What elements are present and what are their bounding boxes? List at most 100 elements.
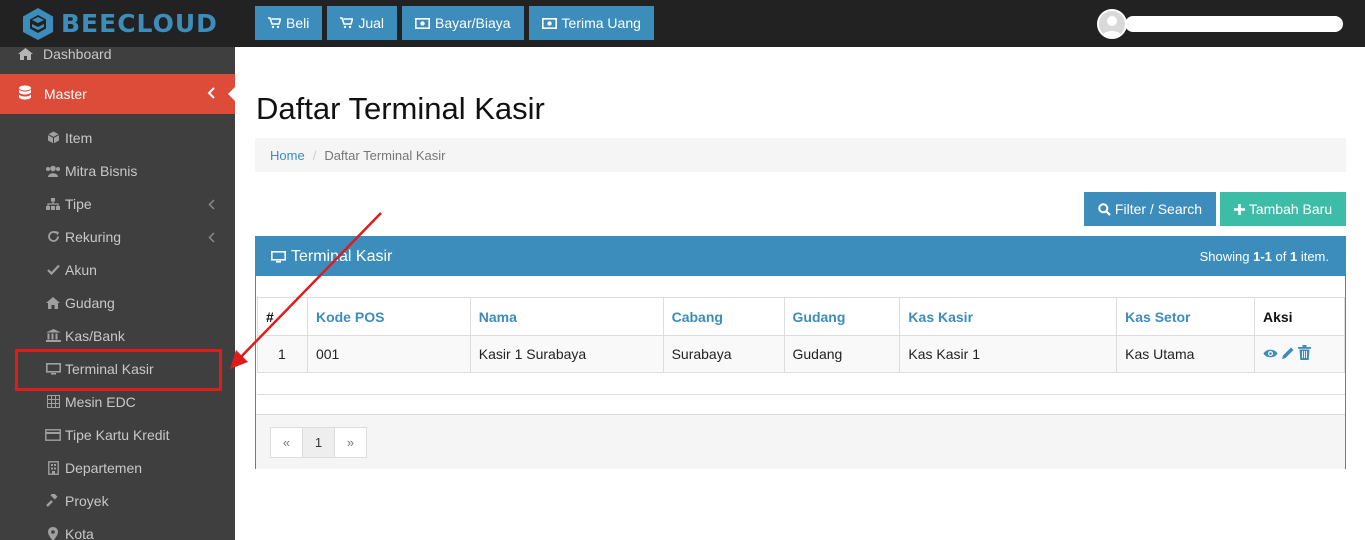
terminal-table: # Kode POS Nama Cabang Gudang Kas Kasir … [257,297,1345,373]
chevron-left-icon [208,197,215,213]
column-header-number: # [257,297,308,336]
home-icon [18,47,33,63]
column-header-kode-pos[interactable]: Kode POS [306,297,471,336]
sidebar-item-gudang[interactable]: Gudang [0,286,235,319]
annotation-highlight-box [15,349,222,391]
sidebar-item-rekuring[interactable]: Rekuring [0,220,235,253]
money-icon [541,17,557,29]
master-submenu: Item Mitra Bisnis Tipe Rekuring Akun Gud… [0,121,235,540]
cell-kode-pos: 001 [306,335,471,373]
summary-suffix: item. [1297,249,1329,264]
beli-label: Beli [286,15,310,31]
sidebar-item-label: Proyek [65,492,109,509]
terminal-kasir-panel: Terminal Kasir Showing 1-1 of 1 item. # … [255,236,1346,469]
result-summary: Showing 1-1 of 1 item. [1200,249,1329,264]
pagination-page-1[interactable]: 1 [302,427,335,458]
cell-actions [1254,335,1345,373]
panel-footer: « 1 » [256,414,1345,469]
summary-prefix: Showing [1199,249,1254,264]
jual-label: Jual [358,15,385,31]
sidebar-item-label: Tipe [65,195,92,212]
brand-name: BEECLOUD [61,9,218,38]
column-header-nama[interactable]: Nama [469,297,664,336]
view-eye-icon[interactable] [1263,346,1278,362]
page-title: Daftar Terminal Kasir [256,91,545,126]
desktop-icon [271,250,286,263]
chevron-left-icon [208,230,215,246]
sidebar-item-label: Kas/Bank [65,327,125,344]
add-new-button[interactable]: Tambah Baru [1220,192,1346,226]
sidebar-item-label: Mesin EDC [65,393,136,410]
filter-search-button[interactable]: Filter / Search [1084,192,1216,226]
terima-uang-label: Terima Uang [561,15,641,31]
jual-button[interactable]: Jual [327,6,398,40]
sidebar-item-label: Item [65,129,93,146]
active-indicator [228,86,236,102]
plus-icon [1233,203,1245,215]
user-name-redacted[interactable] [1125,16,1343,32]
pagination-next[interactable]: » [334,427,367,458]
panel-title: Terminal Kasir [291,247,393,265]
top-navbar: BEECLOUD Beli Jual Bayar/Biaya Terima Ua… [0,0,1365,47]
sidebar-item-kas-bank[interactable]: Kas/Bank [0,319,235,352]
bayar-biaya-button[interactable]: Bayar/Biaya [402,6,524,40]
sidebar-item-dashboard[interactable]: Dashboard [0,46,235,65]
cart-icon [340,17,354,29]
beli-button[interactable]: Beli [255,6,323,40]
users-icon [45,165,61,177]
sidebar-item-proyek[interactable]: Proyek [0,484,235,517]
cell-cabang: Surabaya [662,335,785,373]
sidebar-item-label: Master [44,86,87,102]
calculator-icon [45,395,61,408]
table-header-row: # Kode POS Nama Cabang Gudang Kas Kasir … [257,297,1345,336]
brand-logo[interactable]: BEECLOUD [0,0,235,47]
sidebar-item-kota[interactable]: Kota [0,517,235,540]
sidebar-item-label: Dashboard [43,46,112,62]
sidebar-item-item[interactable]: Item [0,121,235,154]
sidebar-item-tipe[interactable]: Tipe [0,187,235,220]
sidebar-item-akun[interactable]: Akun [0,253,235,286]
add-new-label: Tambah Baru [1248,201,1333,217]
filter-search-label: Filter / Search [1114,201,1203,217]
sidebar-item-departemen[interactable]: Departemen [0,451,235,484]
sitemap-icon [45,197,61,210]
panel-header: Terminal Kasir Showing 1-1 of 1 item. [256,237,1345,276]
terima-uang-button[interactable]: Terima Uang [528,6,654,40]
sidebar-item-label: Tipe Kartu Kredit [65,426,170,443]
sidebar-item-master[interactable]: Master [0,74,236,114]
sidebar-item-mitra-bisnis[interactable]: Mitra Bisnis [0,154,235,187]
column-header-kas-kasir[interactable]: Kas Kasir [899,297,1118,336]
sidebar-item-label: Departemen [65,459,143,476]
column-header-cabang[interactable]: Cabang [662,297,785,336]
sidebar-item-tipe-kartu-kredit[interactable]: Tipe Kartu Kredit [0,418,235,451]
search-icon [1098,202,1111,216]
avatar[interactable] [1097,9,1127,39]
map-marker-icon [45,526,61,540]
cell-nama: Kasir 1 Surabaya [469,335,664,373]
column-header-kas-setor[interactable]: Kas Setor [1116,297,1255,336]
cell-kas-setor: Kas Utama [1116,335,1255,373]
column-header-gudang[interactable]: Gudang [783,297,901,336]
cart-icon [268,17,281,29]
table-spacer-row [257,373,1345,395]
summary-range: 1-1 [1253,249,1272,264]
breadcrumb-current: Daftar Terminal Kasir [324,147,446,163]
sidebar-item-label: Akun [65,261,97,278]
edit-pencil-icon[interactable] [1281,346,1295,363]
quick-actions: Beli Jual Bayar/Biaya Terima Uang [255,6,654,40]
check-icon [45,264,61,275]
table-row: 1 001 Kasir 1 Surabaya Surabaya Gudang K… [257,335,1345,373]
user-menu[interactable] [1097,9,1343,39]
database-icon [18,85,32,104]
pagination-prev[interactable]: « [270,427,303,458]
cube-icon [45,131,61,144]
home-icon [45,296,61,309]
sidebar-item-label: Mitra Bisnis [65,162,138,179]
cell-gudang: Gudang [783,335,901,373]
delete-trash-icon[interactable] [1298,345,1311,363]
bayar-biaya-label: Bayar/Biaya [435,15,511,31]
bank-icon [45,329,61,342]
breadcrumb-home-link[interactable]: Home [270,148,305,163]
beecloud-logo-icon [22,7,54,41]
breadcrumb-separator: / [312,147,317,163]
